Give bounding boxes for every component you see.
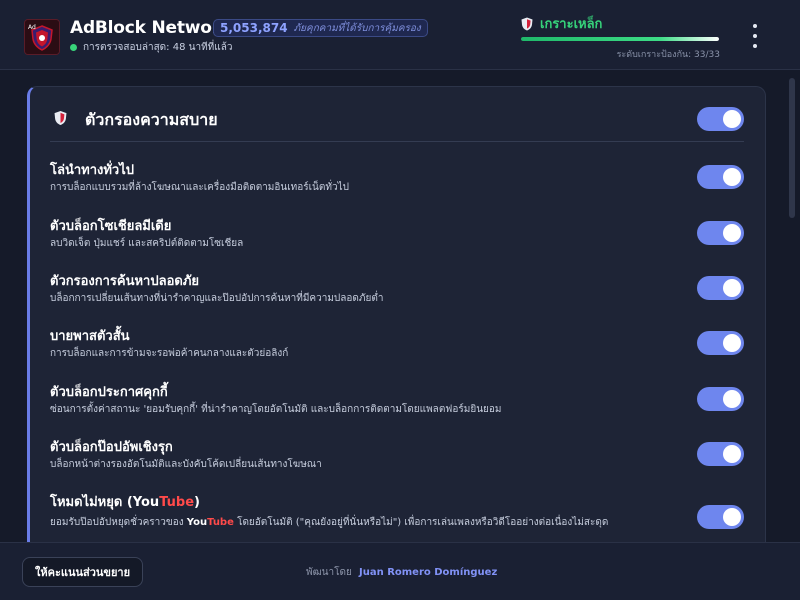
filter-toggle-safe-search[interactable] <box>697 276 744 300</box>
protection-level: เกราะเหล็ก <box>521 13 602 34</box>
developed-by-label: พัฒนาโดย <box>306 567 352 578</box>
last-check-status: การตรวจสอบล่าสุด: 48 นาทีที่แล้ว <box>70 40 232 55</box>
filter-description: การบล็อกและการข้ามจะรอพ่อค้าคนกลางและตัว… <box>50 348 289 359</box>
adblock-shield-logo: Ad <box>24 19 60 55</box>
credits: พัฒนาโดย Juan Romero Domínguez <box>306 565 497 580</box>
filter-title: โล่นำทางทั่วไป <box>50 163 135 178</box>
master-filter-toggle[interactable] <box>697 107 744 131</box>
filter-row-safe-search: ตัวกรองการค้นหาปลอดภัย บล็อกการเปลี่ยนเส… <box>30 270 765 320</box>
filter-row-social: ตัวบล็อกโซเชียลมีเดีย ลบวิดเจ็ต ปุ่มแชร์… <box>30 215 765 265</box>
filter-toggle-popup[interactable] <box>697 442 744 466</box>
kebab-menu-icon[interactable] <box>748 24 762 48</box>
app-header: Ad AdBlock Network 5,053,874 ภัยคุกคามที… <box>0 0 800 70</box>
filter-row-cookie: ตัวบล็อกประกาศคุกกี้ ซ่อนการตั้งค่าสถานะ… <box>30 381 765 431</box>
filter-title: ตัวกรองการค้นหาปลอดภัย <box>50 274 200 289</box>
youtube-word-tube: Tube <box>159 495 195 510</box>
toggle-knob <box>723 390 741 408</box>
filter-description: ยอมรับป๊อปอัปหยุดชั่วคราวของ YouTube โดย… <box>50 515 670 531</box>
rate-extension-button[interactable]: ให้คะแนนส่วนขยาย <box>22 557 144 587</box>
toggle-knob <box>723 279 741 297</box>
filter-toggle-shortener[interactable] <box>697 331 744 355</box>
kebab-dot <box>753 44 757 48</box>
filter-title: ตัวบล็อกโซเชียลมีเดีย <box>50 219 172 234</box>
threats-blocked-badge: 5,053,874 ภัยคุกคามที่ได้รับการคุ้มครอง <box>213 19 428 37</box>
filter-row-shortener: บายพาสตัวสั้น การบล็อกและการข้ามจะรอพ่อค… <box>30 325 765 375</box>
comfort-filters-card: ตัวกรองความสบาย โล่นำทางทั่วไป การบล็อกแ… <box>27 86 766 556</box>
filter-description: บล็อกหน้าต่างรองอัตโนมัติและบังคับโค้ดเป… <box>50 459 322 470</box>
divider <box>50 141 744 142</box>
youtube-title-prefix: โหมดไม่หยุด ( <box>50 495 133 510</box>
filter-toggle-social[interactable] <box>697 221 744 245</box>
protection-progress-bar <box>521 37 719 41</box>
youtube-desc-part2: โดยอัตโนมัติ ("คุณยังอยู่ที่นั่นหรือไม่"… <box>233 517 609 528</box>
filter-toggle-youtube[interactable] <box>697 505 744 529</box>
youtube-word-you: You <box>132 495 160 510</box>
filter-title: บายพาสตัวสั้น <box>50 329 130 344</box>
app-footer: ให้คะแนนส่วนขยาย พัฒนาโดย Juan Romero Do… <box>0 542 800 600</box>
kebab-dot <box>753 34 757 38</box>
toggle-knob <box>723 168 741 186</box>
protection-level-label: เกราะเหล็ก <box>540 17 603 32</box>
filter-toggle-cookie[interactable] <box>697 387 744 411</box>
threat-count: 5,053,874 <box>220 21 288 35</box>
filter-row-popup: ตัวบล็อกป๊อปอัพเชิงรุก บล็อกหน้าต่างรองอ… <box>30 436 765 486</box>
youtube-desc-you: You <box>186 517 208 528</box>
filter-description: บล็อกการเปลี่ยนเส้นทางที่น่ารำคาญและป๊อป… <box>50 293 384 304</box>
shield-icon <box>521 17 533 30</box>
last-check-text: การตรวจสอบล่าสุด: 48 นาทีที่แล้ว <box>83 42 233 53</box>
filter-toggle-general[interactable] <box>697 165 744 189</box>
scrollbar[interactable] <box>789 72 796 542</box>
kebab-dot <box>753 24 757 28</box>
svg-text:Ad: Ad <box>28 24 36 31</box>
card-title: ตัวกรองความสบาย <box>85 110 218 129</box>
author-link[interactable]: Juan Romero Domínguez <box>359 567 497 578</box>
toggle-knob <box>723 224 741 242</box>
filter-title: โหมดไม่หยุด (YouTube) <box>50 491 200 512</box>
filter-description: การบล็อกแบบรวมที่ล้างโฆษณาและเครื่องมือต… <box>50 182 349 193</box>
filter-row-general: โล่นำทางทั่วไป การบล็อกแบบรวมที่ล้างโฆษณ… <box>30 159 765 209</box>
toggle-knob <box>723 508 741 526</box>
protection-progress-fill <box>521 37 719 41</box>
app-title: AdBlock Network <box>70 18 232 38</box>
toggle-knob <box>723 334 741 352</box>
shield-icon <box>54 110 67 126</box>
youtube-title-suffix: ) <box>194 495 200 510</box>
threat-label: ภัยคุกคามที่ได้รับการคุ้มครอง <box>293 22 421 34</box>
protection-level-text: ระดับเกราะป้องกัน: 33/33 <box>616 50 720 60</box>
card-header: ตัวกรองความสบาย <box>30 87 765 143</box>
filter-description: ซ่อนการตั้งค่าสถานะ 'ยอมรับคุกกี้' ที่น่… <box>50 404 502 415</box>
status-dot-icon <box>70 44 77 51</box>
filter-title: ตัวบล็อกประกาศคุกกี้ <box>50 385 168 400</box>
youtube-desc-part1: ยอมรับป๊อปอัปหยุดชั่วคราวของ <box>50 517 187 528</box>
filter-description: ลบวิดเจ็ต ปุ่มแชร์ และสคริปต์ติดตามโซเชี… <box>50 238 244 249</box>
toggle-knob <box>723 110 741 128</box>
youtube-desc-tube: Tube <box>207 517 234 528</box>
filter-title: ตัวบล็อกป๊อปอัพเชิงรุก <box>50 440 173 455</box>
toggle-knob <box>723 445 741 463</box>
scrollbar-thumb[interactable] <box>789 78 795 218</box>
